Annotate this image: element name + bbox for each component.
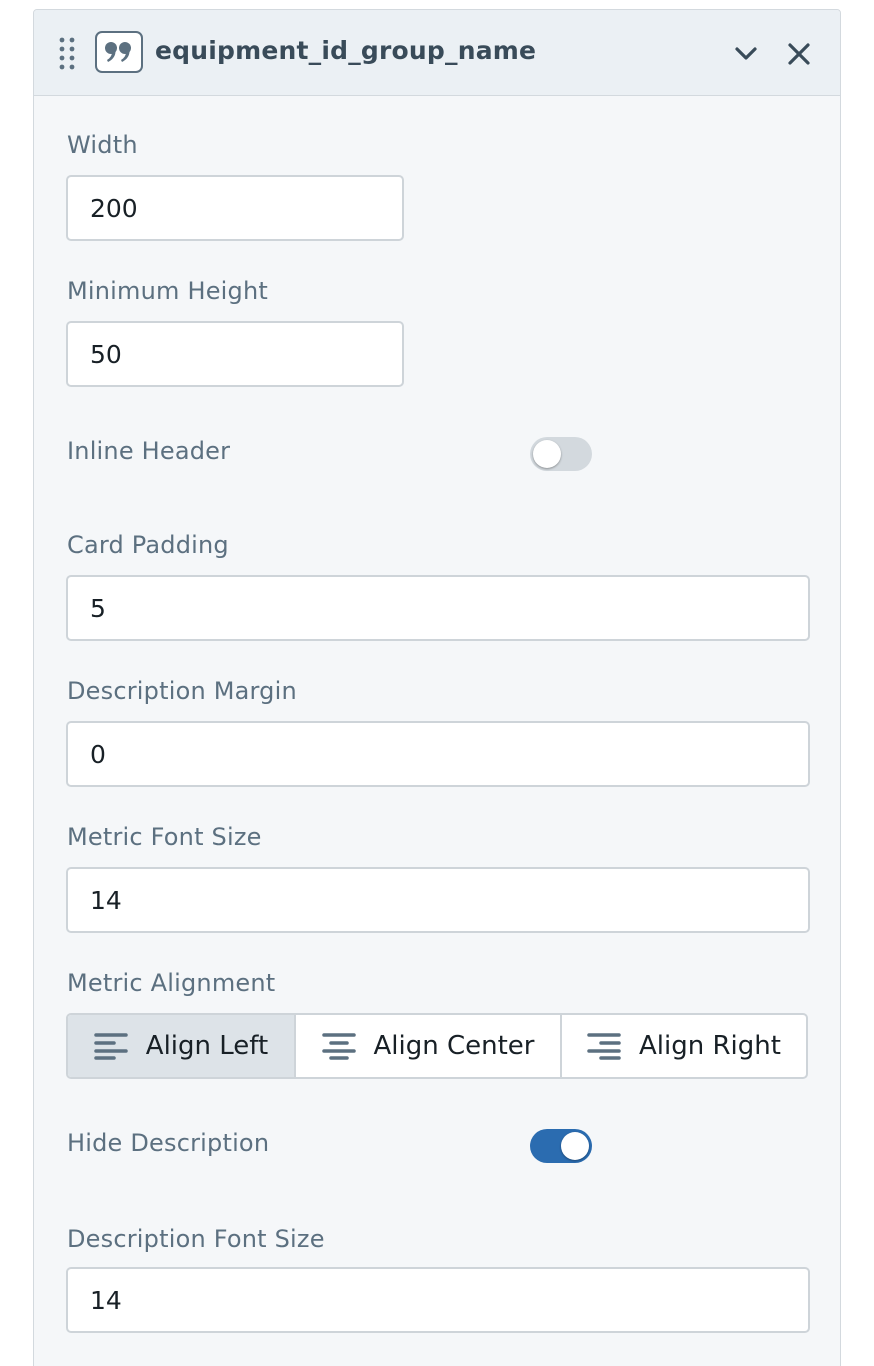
metric-font-size-label: Metric Font Size [67,823,262,851]
align-center-icon [321,1033,356,1060]
panel-header: equipment_id_group_name [34,10,840,96]
metric-font-size-input[interactable] [66,867,810,933]
inline-header-label: Inline Header [67,437,231,465]
align-center-label: Align Center [373,1031,535,1061]
toggle-knob [533,440,561,468]
align-center-button[interactable]: Align Center [296,1015,562,1077]
collapse-button[interactable] [729,37,763,71]
card-padding-label: Card Padding [67,531,229,559]
description-font-size-label: Description Font Size [67,1225,325,1253]
width-input[interactable] [66,175,404,241]
min-height-label: Minimum Height [67,277,268,305]
align-right-label: Align Right [639,1031,781,1061]
hide-description-toggle[interactable] [530,1129,592,1163]
inline-header-toggle[interactable] [530,437,592,471]
align-left-icon [94,1033,128,1060]
card-padding-input[interactable] [66,575,810,641]
metric-alignment-group: Align Left Align Center Align Right [66,1013,808,1079]
align-right-button[interactable]: Align Right [562,1015,806,1077]
description-margin-label: Description Margin [67,677,297,705]
close-button[interactable] [782,37,816,71]
align-right-icon [587,1033,621,1060]
chevron-down-icon [735,47,757,60]
settings-panel: equipment_id_group_name Width Minimum He… [33,9,841,1366]
panel-title: equipment_id_group_name [155,36,537,65]
close-icon [788,43,810,65]
description-margin-input[interactable] [66,721,810,787]
quote-icon [95,31,143,73]
hide-description-label: Hide Description [67,1129,270,1157]
width-label: Width [67,131,138,159]
toggle-knob [561,1132,589,1160]
align-left-button[interactable]: Align Left [68,1015,296,1077]
description-font-size-input[interactable] [66,1267,810,1333]
metric-alignment-label: Metric Alignment [67,969,276,997]
align-left-label: Align Left [145,1031,269,1061]
drag-handle-icon[interactable] [58,36,76,70]
min-height-input[interactable] [66,321,404,387]
